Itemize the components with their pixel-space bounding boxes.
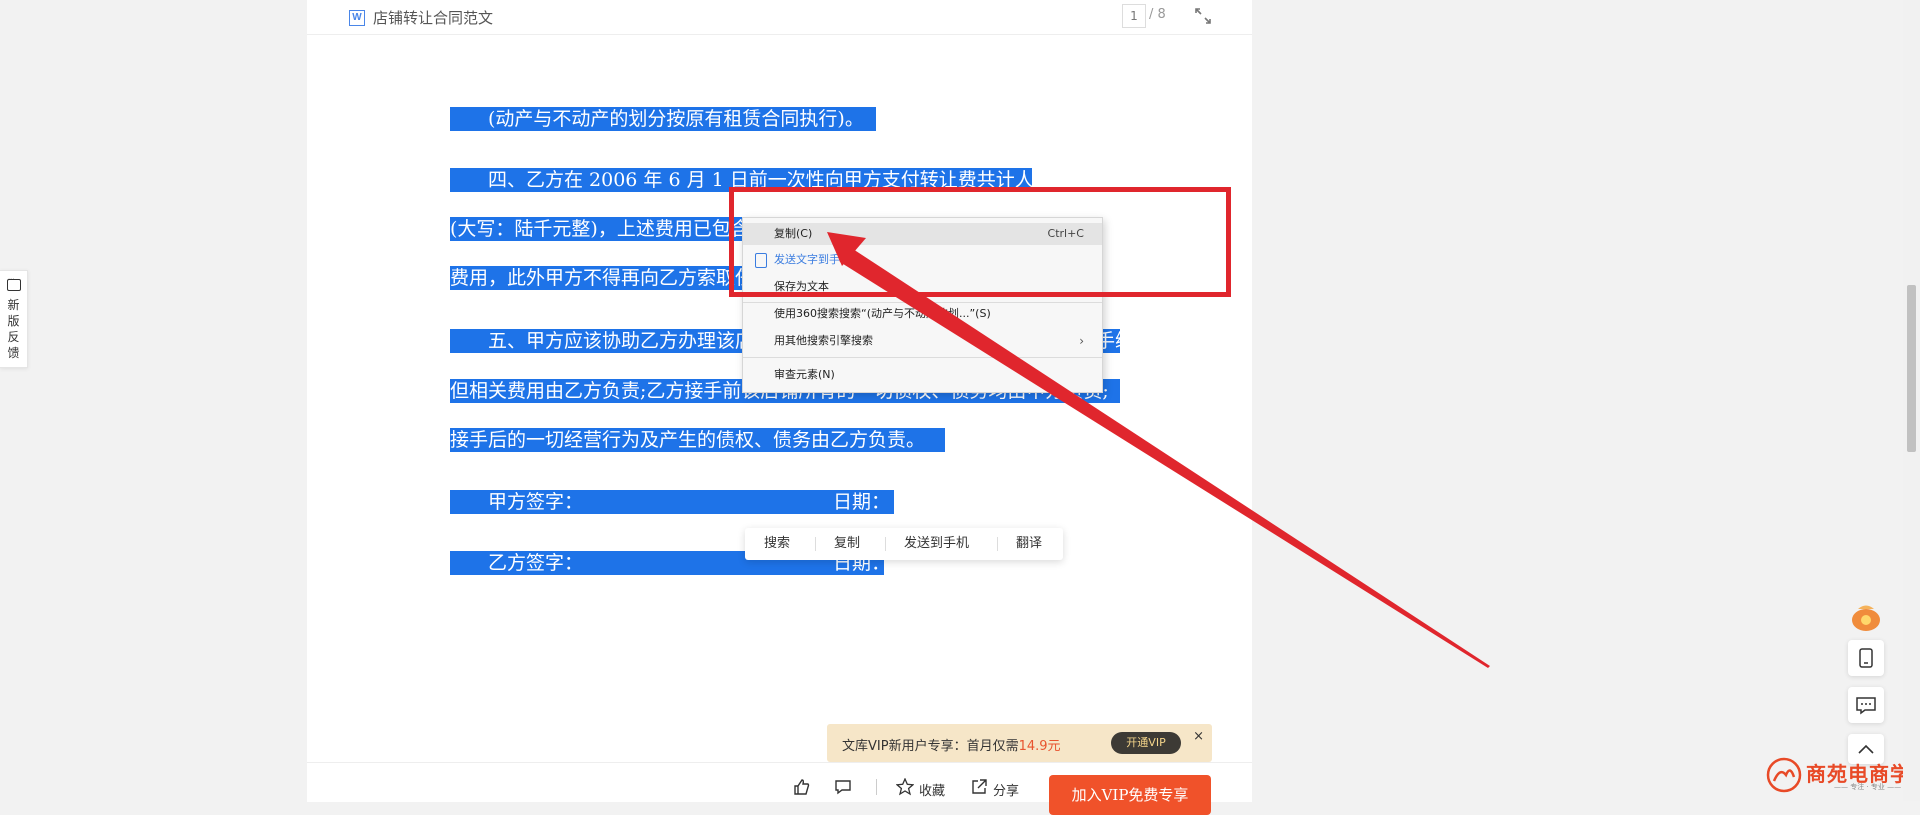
brand-tagline: —— 专注 · 专业 —— bbox=[1834, 783, 1902, 791]
bottom-divider bbox=[876, 779, 877, 795]
collect-button[interactable]: 收藏 bbox=[919, 780, 945, 799]
bottom-action-bar: 收藏 分享 加入VIP免费专享 bbox=[307, 762, 1252, 815]
comment-icon[interactable] bbox=[834, 778, 852, 796]
share-button[interactable]: 分享 bbox=[993, 780, 1019, 799]
vip-text: 文库VIP新用户专享：首月仅需 bbox=[842, 739, 1019, 754]
share-icon[interactable] bbox=[970, 778, 988, 796]
annotation-arrow bbox=[827, 232, 1490, 668]
vip-promo-text: 文库VIP新用户专享：首月仅需14.9元 bbox=[842, 735, 1061, 754]
page-scrollbar[interactable] bbox=[1903, 0, 1920, 801]
join-vip-button[interactable]: 加入VIP免费专享 bbox=[1049, 775, 1211, 815]
brand-logo-icon bbox=[1766, 757, 1802, 793]
thumbs-up-icon[interactable] bbox=[793, 778, 811, 796]
open-vip-button[interactable]: 开通VIP bbox=[1111, 732, 1181, 754]
star-icon[interactable] bbox=[896, 778, 914, 796]
message-icon bbox=[1856, 697, 1876, 715]
vip-promo-banner: 文库VIP新用户专享：首月仅需14.9元 开通VIP × bbox=[827, 724, 1212, 762]
gift-bag-icon[interactable] bbox=[1848, 600, 1884, 632]
close-icon[interactable]: × bbox=[1193, 729, 1204, 744]
mobile-app-button[interactable] bbox=[1848, 640, 1884, 676]
brand-watermark: 商苑电商学院 —— 专注 · 专业 —— bbox=[1764, 755, 1920, 795]
scrollbar-thumb[interactable] bbox=[1907, 285, 1916, 452]
chat-button[interactable] bbox=[1848, 687, 1884, 723]
vip-price: 14.9元 bbox=[1018, 739, 1061, 754]
phone-icon bbox=[1859, 648, 1873, 668]
